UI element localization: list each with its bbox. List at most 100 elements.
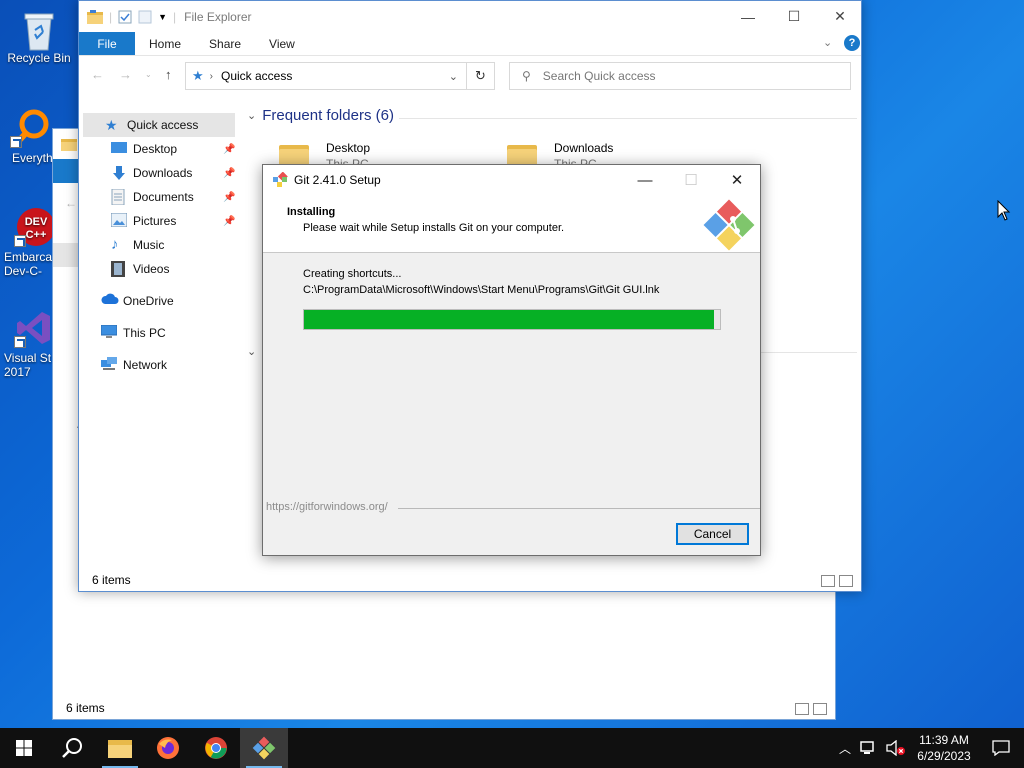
nav-quick-access[interactable]: ★ Quick access <box>105 113 198 137</box>
nav-label: Documents <box>133 190 194 204</box>
nav-music[interactable]: ♪ Music <box>111 233 164 257</box>
window-controls: — ☐ ✕ <box>725 1 863 32</box>
tab-share[interactable]: Share <box>195 32 255 55</box>
taskbar-firefox[interactable] <box>144 728 192 768</box>
nav-label: Quick access <box>127 118 199 132</box>
branding-row: https://gitforwindows.org/ <box>266 501 760 515</box>
git-setup-dialog[interactable]: Git 2.41.0 Setup — ☐ ✕ Installing Please… <box>262 164 761 556</box>
tab-view[interactable]: View <box>255 32 309 55</box>
volume-muted-icon[interactable] <box>886 740 906 756</box>
address-dropdown-icon[interactable]: ⌄ <box>449 70 458 83</box>
folder-icon <box>61 139 77 151</box>
help-icon[interactable]: ? <box>844 35 860 51</box>
git-for-windows-logo-icon <box>703 199 755 251</box>
maximize-button[interactable]: ☐ <box>771 1 817 32</box>
branding-url: https://gitforwindows.org/ <box>266 501 392 513</box>
start-button[interactable] <box>0 728 48 768</box>
status-text: 6 items <box>92 573 131 587</box>
nav-downloads[interactable]: Downloads <box>111 161 192 185</box>
tab-home[interactable]: Home <box>135 32 195 55</box>
star-icon: ★ <box>192 68 204 83</box>
network-icon <box>101 357 117 373</box>
details-view-icon[interactable] <box>821 575 835 587</box>
section-title: Frequent folders (6) <box>262 107 394 124</box>
dialog-title: Git 2.41.0 Setup <box>294 173 381 187</box>
windows-logo-icon <box>16 740 32 756</box>
branding-divider <box>398 508 760 509</box>
back-button[interactable]: ← <box>91 67 104 82</box>
pin-icon[interactable]: 📌 <box>223 168 235 179</box>
show-hidden-icons-chevron-up-icon[interactable]: ︿ <box>834 740 856 757</box>
tab-file[interactable]: File <box>79 32 135 55</box>
notification-icon <box>992 740 1010 756</box>
nav-desktop[interactable]: Desktop <box>111 137 177 161</box>
back-arrow-icon[interactable]: ← <box>65 196 77 210</box>
search-input[interactable]: ⚲ Search Quick access <box>509 62 851 90</box>
firefox-icon <box>157 737 179 759</box>
view-toggle[interactable] <box>821 575 853 587</box>
search-button[interactable] <box>48 728 96 768</box>
nav-onedrive[interactable]: OneDrive <box>101 289 174 313</box>
expand-ribbon-icon[interactable]: ⌄ <box>823 36 832 49</box>
address-row: ← → ⌄ ↑ ★ › Quick access ⌄ ↻ ⚲ Search Qu… <box>79 56 861 96</box>
document-icon <box>111 188 127 206</box>
star-icon: ★ <box>105 117 118 133</box>
recent-locations-icon[interactable]: ⌄ <box>145 70 152 79</box>
details-view-icon[interactable] <box>795 703 809 715</box>
minimize-button[interactable]: — <box>725 1 771 32</box>
properties-icon[interactable] <box>118 10 132 24</box>
nav-label: Music <box>133 238 165 252</box>
close-button[interactable]: ✕ <box>817 1 863 32</box>
taskbar-chrome[interactable] <box>192 728 240 768</box>
nav-network[interactable]: Network <box>101 353 167 377</box>
mouse-cursor-icon <box>997 200 1011 221</box>
nav-videos[interactable]: Videos <box>111 257 169 281</box>
address-bar[interactable]: ★ › Quick access ⌄ <box>185 62 467 90</box>
dialog-header: Installing Please wait while Setup insta… <box>263 195 760 253</box>
customize-toolbar-icon[interactable]: ▼ <box>158 12 167 22</box>
taskbar-file-explorer[interactable] <box>96 728 144 768</box>
taskbar-git-setup[interactable] <box>240 728 288 768</box>
folder-name: Desktop <box>326 141 371 155</box>
desktop-icon <box>111 141 127 157</box>
pin-icon[interactable]: 📌 <box>223 144 235 155</box>
large-icons-view-icon[interactable] <box>813 703 827 715</box>
svg-text:C++: C++ <box>26 229 47 241</box>
nav-label: Videos <box>133 262 170 276</box>
dialog-subheading: Please wait while Setup installs Git on … <box>303 222 565 234</box>
git-logo-icon <box>273 172 288 187</box>
dialog-close-button[interactable]: ✕ <box>714 165 760 195</box>
background-status-text: 6 items <box>66 701 105 715</box>
large-icons-view-icon[interactable] <box>839 575 853 587</box>
ribbon-tabs: File Home Share View <box>79 32 861 56</box>
system-clock[interactable]: 11:39 AM 6/29/2023 <box>910 732 978 764</box>
new-folder-icon[interactable] <box>138 10 152 24</box>
up-button[interactable]: ↑ <box>165 67 172 82</box>
dialog-heading: Installing <box>287 206 336 218</box>
network-icon[interactable] <box>860 740 878 756</box>
refresh-button[interactable]: ↻ <box>467 62 495 90</box>
git-logo-icon <box>252 736 276 760</box>
shortcut-arrow-icon <box>10 136 22 148</box>
nav-pictures[interactable]: Pictures <box>110 209 176 233</box>
recycle-bin-icon <box>19 8 59 51</box>
frequent-folders-header[interactable]: ⌄ Frequent folders (6) <box>247 107 394 124</box>
film-icon <box>111 261 127 277</box>
forward-button[interactable]: → <box>119 67 132 82</box>
desktop-icon-recycle-bin[interactable]: Recycle Bin <box>1 8 77 65</box>
dialog-window-controls: — ☐ ✕ <box>622 165 760 195</box>
folder-icon <box>87 9 103 24</box>
pin-icon[interactable]: 📌 <box>223 192 235 203</box>
taskbar: ︿ 11:39 AM 6/29/2023 <box>0 728 1024 768</box>
background-view-toggle[interactable] <box>795 703 827 715</box>
nav-documents[interactable]: Documents <box>111 185 194 209</box>
pin-icon[interactable]: 📌 <box>223 216 235 227</box>
cancel-button[interactable]: Cancel <box>676 523 749 545</box>
desktop-icon-label: Embarca Dev-C- <box>4 250 53 278</box>
dialog-minimize-button[interactable]: — <box>622 165 668 195</box>
nav-this-pc[interactable]: This PC <box>100 321 166 345</box>
install-progress-bar <box>303 309 721 330</box>
action-center-button[interactable] <box>978 728 1024 768</box>
recent-files-header[interactable]: ⌄ <box>247 345 256 358</box>
progress-fill <box>304 310 714 329</box>
